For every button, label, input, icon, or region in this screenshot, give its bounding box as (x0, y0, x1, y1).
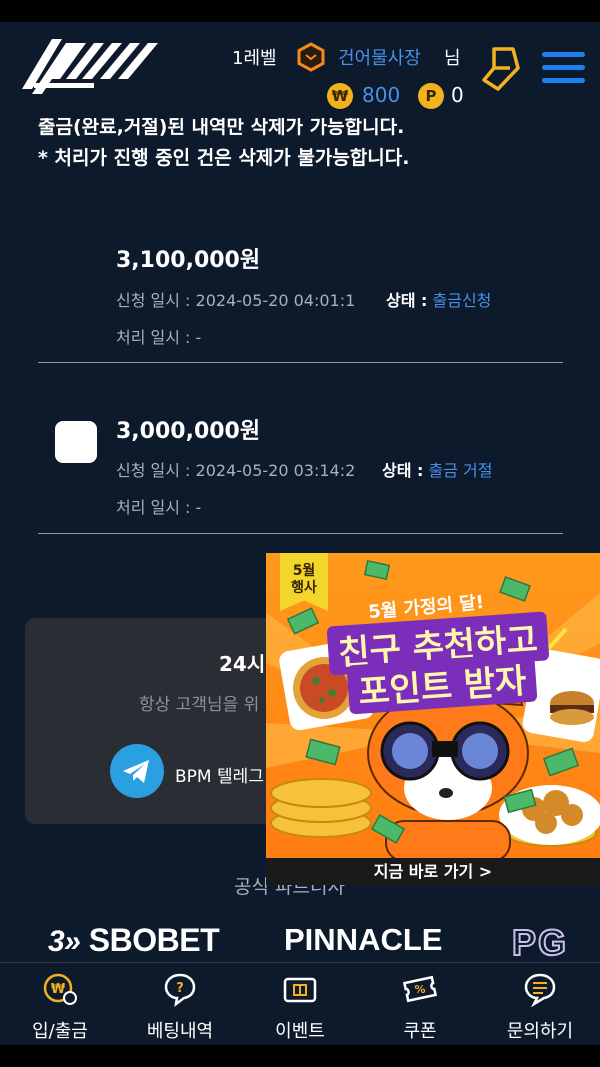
bet-history-icon: ? (162, 971, 198, 1007)
nav-item-event[interactable]: 이벤트 (240, 963, 360, 1046)
top-header: 1레벨 건어물사장 님 ₩ 800 P 0 (0, 22, 600, 118)
hamburger-menu-icon[interactable] (542, 52, 585, 91)
sbobet-logo: 3» SBOBET (48, 922, 220, 958)
record-amount: 3,000,000원 (116, 419, 261, 444)
app-screen: 출금(완료,거절)된 내역만 삭제가 가능합니다. * 처리가 진행 중인 건은… (0, 0, 600, 1067)
nav-label: 문의하기 (506, 1021, 574, 1042)
nav-item-coupon[interactable]: % 쿠폰 (360, 963, 480, 1046)
record-process-time: 처리 일시 : - (116, 498, 202, 517)
pg-logo: PG (511, 921, 569, 964)
promo-cta-button[interactable]: 지금 바로 가기 > (266, 858, 600, 885)
system-nav-bar (0, 1045, 600, 1067)
support-title: 24시 (219, 652, 266, 676)
gift-icon (282, 971, 318, 1007)
honorific: 님 (444, 48, 461, 69)
nav-item-inquiry[interactable]: 문의하기 (480, 963, 600, 1046)
record-status: 상태 : 출금신청 (386, 287, 491, 311)
money-balance: 800 (362, 83, 401, 107)
status-bar (0, 0, 600, 22)
support-subtitle: 항상 고객님을 위 (139, 695, 260, 715)
svg-text:₩: ₩ (51, 982, 66, 997)
user-level: 1레벨 (232, 48, 277, 69)
chat-icon (522, 971, 558, 1008)
point-balance: 0 (451, 83, 464, 107)
record-request-time: 신청 일시 : 2024-05-20 03:14:2 (116, 461, 356, 480)
status-label: 상태 : (386, 291, 428, 310)
record-process-time: 처리 일시 : - (116, 328, 202, 347)
telegram-icon[interactable] (110, 744, 164, 798)
nav-label: 이벤트 (275, 1021, 325, 1042)
record-select-checkbox[interactable] (55, 421, 97, 463)
status-label: 상태 : (382, 461, 424, 480)
nav-label: 입/출금 (32, 1021, 88, 1042)
svg-text:?: ? (176, 981, 184, 996)
nav-item-bet-history[interactable]: ? 베팅내역 (120, 963, 240, 1046)
sbobet-logo-text: SBOBET (88, 922, 220, 958)
wallet-icon: ₩ (42, 971, 78, 1007)
withdraw-record[interactable]: 3,100,000원 신청 일시 : 2024-05-20 04:01:1 상태… (38, 230, 563, 363)
notice-line-2: * 처리가 진행 중인 건은 삭제가 불가능합니다. (38, 147, 410, 169)
withdraw-record[interactable]: 3,000,000원 신청 일시 : 2024-05-20 03:14:2 상태… (38, 363, 563, 534)
svg-text:%: % (414, 983, 425, 996)
pinnacle-logo: PINNACLE (284, 922, 443, 957)
brand-logo[interactable] (22, 39, 158, 101)
username[interactable]: 건어물사장 (338, 44, 421, 70)
point-coin-icon: P (418, 83, 444, 109)
nav-label: 베팅내역 (146, 1021, 214, 1042)
record-request-time: 신청 일시 : 2024-05-20 04:01:1 (116, 291, 356, 310)
ticket-icon[interactable] (480, 46, 520, 96)
status-value: 출금 거절 (428, 461, 493, 480)
bottom-nav: ₩ 입/출금 ? 베팅내역 이벤트 % 쿠폰 문의하기 (0, 962, 600, 1045)
delete-notice: 출금(완료,거절)된 내역만 삭제가 가능합니다. * 처리가 진행 중인 건은… (38, 112, 409, 174)
coupon-icon: % (402, 971, 438, 1007)
promo-banner[interactable]: 5월 행사 5월 가정의 달! 친구 추천하고 포인트 받자 지금 바로 가기 … (266, 553, 600, 885)
level-hexagon-icon (296, 42, 326, 76)
nav-item-deposit-withdraw[interactable]: ₩ 입/출금 (0, 963, 120, 1046)
won-coin-icon: ₩ (327, 83, 353, 109)
record-status: 상태 : 출금 거절 (382, 457, 492, 481)
telegram-link[interactable]: BPM 텔레그 (175, 762, 264, 787)
status-value: 출금신청 (432, 291, 492, 310)
nav-label: 쿠폰 (403, 1021, 437, 1042)
record-amount: 3,100,000원 (116, 248, 261, 273)
